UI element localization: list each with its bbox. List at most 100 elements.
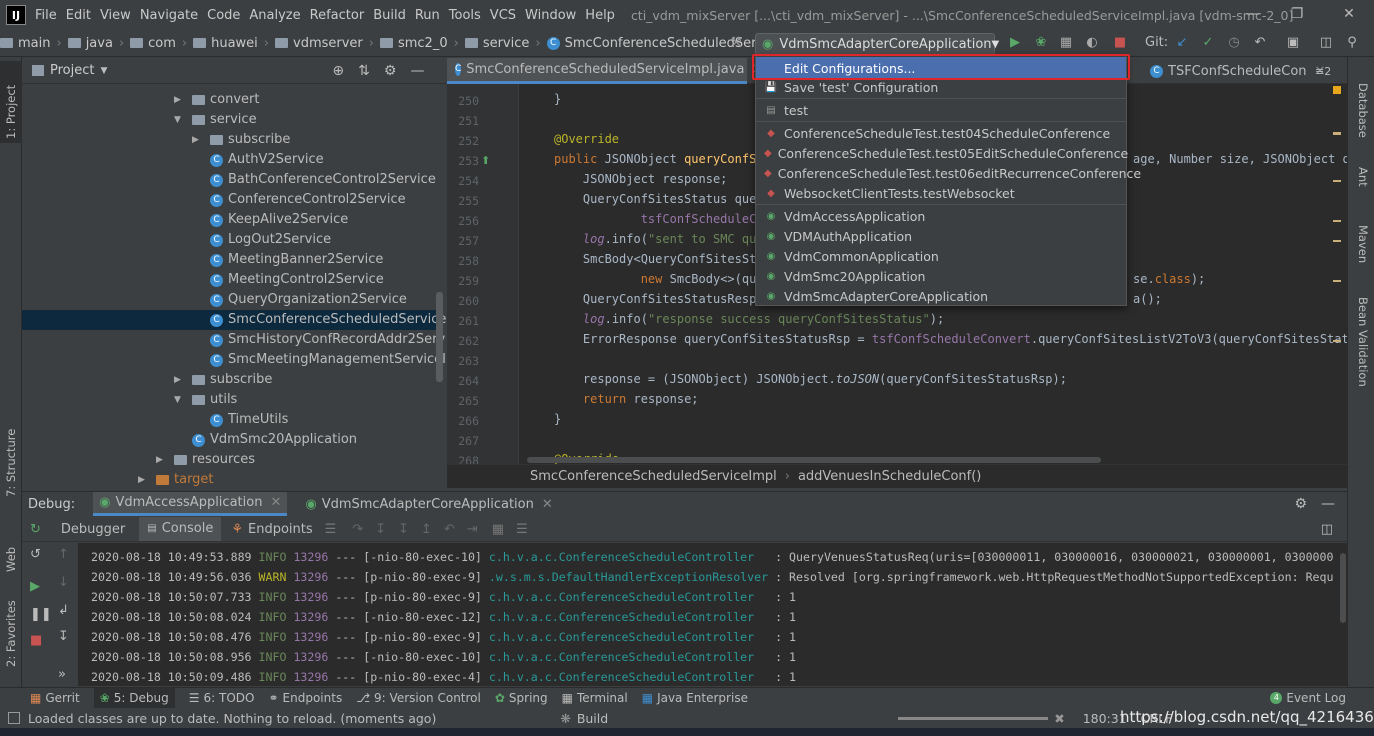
menu-analyze[interactable]: Analyze xyxy=(249,8,300,23)
tree-item-vdmsmc20application[interactable]: C VdmSmc20Application xyxy=(174,430,357,450)
breadcrumb-service[interactable]: service › xyxy=(464,36,547,51)
gear-icon[interactable]: ⚙ xyxy=(384,63,397,79)
tree-item-bathconferencecontrol2service[interactable]: C BathConferenceControl2Service xyxy=(192,170,436,190)
soft-wrap-icon[interactable]: ↲ xyxy=(58,603,69,618)
config-test[interactable]: ▤ test xyxy=(756,100,1126,120)
down-icon[interactable]: ↓ xyxy=(58,575,69,590)
tool-todo[interactable]: ☰ 6: TODO xyxy=(189,691,255,705)
tree-item-meetingbanner2service[interactable]: C MeetingBanner2Service xyxy=(192,250,383,270)
collapsed-arrow-icon[interactable]: ▶ xyxy=(174,90,184,110)
tab-endpoints[interactable]: ⚘ Endpoints xyxy=(231,522,312,537)
breadcrumb-class[interactable]: SmcConferenceScheduledServiceImpl xyxy=(530,469,777,484)
menu-code[interactable]: Code xyxy=(207,8,240,23)
config-app-item[interactable]: ◉ VDMAuthApplication xyxy=(756,226,1126,246)
tool-bean-validation[interactable]: Bean Validation xyxy=(1356,297,1370,387)
console-scrollbar[interactable] xyxy=(1338,543,1347,686)
step-out-icon[interactable]: ↥ xyxy=(421,522,432,537)
tree-item-convert[interactable]: ▶ convert xyxy=(174,90,259,110)
evaluate-icon[interactable]: ▦ xyxy=(492,522,504,537)
tree-item-subscribe[interactable]: ▶ subscribe xyxy=(174,370,272,390)
debug-session-tab[interactable]: ◉ VdmAccessApplication ✕ xyxy=(93,492,288,516)
tree-item-utils[interactable]: ▼ utils xyxy=(174,390,237,410)
run-icon[interactable]: ▶ xyxy=(1007,35,1023,51)
tool-version-control[interactable]: ⎇ 9: Version Control xyxy=(356,691,481,705)
tool-web[interactable]: Web xyxy=(4,547,18,572)
coverage-icon[interactable]: ▦ xyxy=(1058,35,1074,51)
menu-run[interactable]: Run xyxy=(415,8,440,23)
collapsed-arrow-icon[interactable]: ▶ xyxy=(138,470,148,488)
step-over-icon[interactable]: ↷ xyxy=(352,522,363,537)
tree-item-meetingcontrol2service[interactable]: C MeetingControl2Service xyxy=(192,270,384,290)
scroll-thumb[interactable] xyxy=(1340,553,1346,623)
tab-tsf-conf-schedule[interactable]: C TSFConfScheduleCon ✕ xyxy=(1142,58,1333,84)
restore-icon[interactable]: ❐ xyxy=(1288,6,1306,22)
collapsed-arrow-icon[interactable]: ▶ xyxy=(156,450,166,470)
close-window-icon[interactable]: ✕ xyxy=(1340,6,1358,22)
breadcrumb-main[interactable]: main › xyxy=(0,36,68,51)
tool-spring[interactable]: ✿ Spring xyxy=(495,691,548,705)
tool-java-enterprise[interactable]: ▦ Java Enterprise xyxy=(642,691,748,705)
breadcrumb-vdmserver[interactable]: vdmserver › xyxy=(275,36,380,51)
tree-item-timeutils[interactable]: C TimeUtils xyxy=(192,410,288,430)
layout-settings-icon[interactable]: ◫ xyxy=(1321,522,1333,537)
menu-refactor[interactable]: Refactor xyxy=(310,8,365,23)
menu-view[interactable]: View xyxy=(100,8,131,23)
tree-item-target[interactable]: ▶ target xyxy=(138,470,214,488)
tool-maven[interactable]: Maven xyxy=(1356,225,1370,263)
force-step-into-icon[interactable]: ↧ xyxy=(398,522,409,537)
collapsed-arrow-icon[interactable]: ▶ xyxy=(174,370,184,390)
breadcrumb-method[interactable]: addVenuesInScheduleConf() xyxy=(798,469,981,484)
collapse-all-icon[interactable]: ⇅ xyxy=(358,63,370,79)
override-marker-icon[interactable]: ⬆ xyxy=(481,154,490,167)
tree-item-queryorganization2service[interactable]: C QueryOrganization2Service xyxy=(192,290,407,310)
breadcrumb-java[interactable]: java › xyxy=(67,36,130,51)
breadcrumb-com[interactable]: com › xyxy=(130,36,193,51)
hammer-icon[interactable]: ⚒ xyxy=(728,35,744,51)
tool-favorites[interactable]: 2: Favorites xyxy=(4,600,18,667)
tree-item-conferencecontrol2service[interactable]: C ConferenceControl2Service xyxy=(192,190,406,210)
expanded-arrow-icon[interactable]: ▼ xyxy=(174,110,184,130)
config-test-item[interactable]: ◆ ConferenceScheduleTest.test05EditSchedu… xyxy=(756,143,1128,163)
trace-icon[interactable]: ☰ xyxy=(516,522,528,537)
tab-console[interactable]: ▤ Console xyxy=(139,517,222,541)
gear-icon[interactable]: ⚙ xyxy=(1294,496,1307,512)
git-update-icon[interactable]: ↙ xyxy=(1174,35,1190,51)
revert-icon[interactable]: ↶ xyxy=(1252,35,1268,51)
toggle-tool-windows-icon[interactable] xyxy=(8,712,20,724)
inspection-status-icon[interactable] xyxy=(1333,86,1341,94)
layout-icon[interactable]: ◫ xyxy=(1318,35,1334,51)
tree-item-smcmeetingmanagementserviceimpl[interactable]: C SmcMeetingManagementServiceImpl xyxy=(192,350,446,370)
tool-endpoints[interactable]: ⚭ Endpoints xyxy=(268,691,342,705)
debug-icon[interactable]: ❀ xyxy=(1033,35,1049,51)
menu-edit[interactable]: Edit xyxy=(66,8,91,23)
tree-item-subscribe[interactable]: ▶ subscribe xyxy=(192,130,290,150)
tool-database[interactable]: Database xyxy=(1356,83,1370,138)
tree-item-keepalive2service[interactable]: C KeepAlive2Service xyxy=(192,210,348,230)
config-test-item[interactable]: ◆ WebsocketClientTests.testWebsocket xyxy=(756,183,1126,203)
run-configuration-selector[interactable]: ◉ VdmSmcAdapterCoreApplication ▼ xyxy=(755,33,999,55)
locate-icon[interactable]: ⊕ xyxy=(332,63,344,79)
git-commit-icon[interactable]: ✓ xyxy=(1200,35,1216,51)
drop-frame-icon[interactable]: ↶ xyxy=(444,522,455,537)
config-app-item[interactable]: ◉ VdmAccessApplication xyxy=(756,206,1126,226)
config-app-item[interactable]: ◉ VdmCommonApplication xyxy=(756,246,1126,266)
chevron-down-icon[interactable]: ▼ xyxy=(100,66,107,76)
config-test-item[interactable]: ◆ ConferenceScheduleTest.test04ScheduleCo… xyxy=(756,123,1126,143)
tab-smc-conference-scheduled[interactable]: C SmcConferenceScheduledServiceImpl.java… xyxy=(447,58,763,84)
expanded-arrow-icon[interactable]: ▼ xyxy=(174,390,184,410)
menu-icon[interactable]: ☰ xyxy=(325,522,337,537)
resume-icon[interactable]: ↺ xyxy=(30,547,41,562)
hide-icon[interactable]: — xyxy=(1321,496,1335,512)
pause-icon[interactable]: ❚❚ xyxy=(30,607,52,622)
config-test-item[interactable]: ◆ ConferenceScheduleTest.test06editRecurr… xyxy=(756,163,1141,183)
minimize-icon[interactable]: — xyxy=(1244,6,1262,22)
up-icon[interactable]: ↑ xyxy=(58,547,69,562)
collapsed-arrow-icon[interactable]: ▶ xyxy=(192,130,202,150)
tree-scrollbar[interactable] xyxy=(436,292,443,382)
close-icon[interactable]: ✕ xyxy=(270,495,281,510)
tree-item-resources[interactable]: ▶ resources xyxy=(156,450,255,470)
build-status[interactable]: Build xyxy=(577,711,608,726)
stop-icon[interactable]: ■ xyxy=(1112,35,1128,51)
menu-help[interactable]: Help xyxy=(585,8,615,23)
tool-structure[interactable]: 7: Structure xyxy=(4,429,18,497)
